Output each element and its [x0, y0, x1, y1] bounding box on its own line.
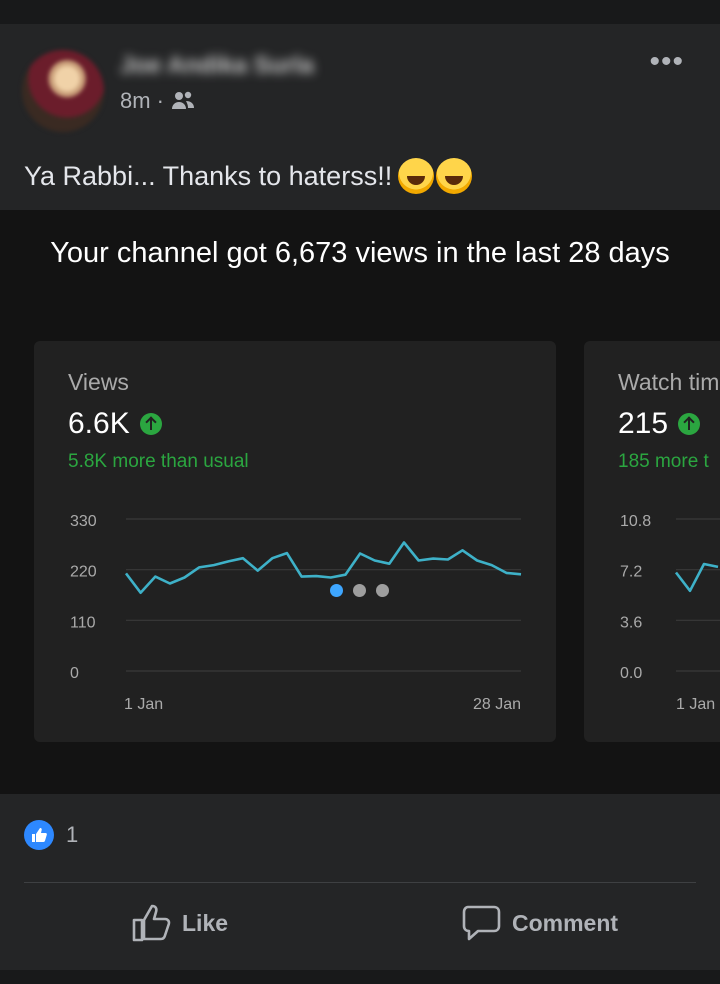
shared-image[interactable]: Your channel got 6,673 views in the last… — [0, 210, 720, 794]
feed-post: Joe Andika Surla 8m · ••• Ya Rabbi... Th… — [0, 24, 720, 970]
comment-button[interactable]: Comment — [460, 902, 618, 944]
arrow-up-circle-icon — [678, 413, 701, 435]
like-button[interactable]: Like — [130, 902, 228, 944]
laughing-emoji-icon — [398, 158, 435, 194]
analytics-headline: Your channel got 6,673 views in the last… — [50, 237, 670, 269]
watch-time-card[interactable]: Watch tim 215 185 more t 10.8 7.2 3.6 0.0 1 … — [584, 341, 720, 742]
y-tick-label: 110 — [70, 614, 96, 631]
y-tick-label: 330 — [70, 513, 97, 530]
post-time[interactable]: 8m — [120, 88, 151, 114]
y-tick-label: 0.0 — [620, 665, 642, 682]
comment-bubble-icon — [462, 905, 501, 941]
arrow-up-circle-icon — [139, 413, 162, 435]
post-meta: 8m · — [120, 88, 196, 114]
card-delta: 5.8K more than usual — [68, 451, 249, 472]
y-tick-label: 0 — [70, 665, 79, 682]
x-tick-label: 1 Jan — [676, 696, 715, 713]
comment-label: Comment — [512, 909, 619, 936]
laughing-emoji-icon — [436, 158, 473, 194]
carousel-dot[interactable] — [376, 584, 389, 597]
post-actions: Like Comment — [0, 894, 720, 970]
carousel-dot[interactable] — [353, 584, 366, 597]
more-options-icon[interactable]: ••• — [649, 47, 684, 77]
card-value: 215 — [618, 407, 701, 441]
x-tick-label: 28 Jan — [473, 696, 521, 713]
reaction-summary[interactable]: 1 — [24, 820, 78, 850]
card-delta: 185 more t — [618, 451, 709, 472]
y-tick-label: 3.6 — [620, 614, 642, 631]
series-line — [124, 541, 522, 594]
like-count: 1 — [66, 822, 79, 847]
y-tick-label: 7.2 — [620, 564, 642, 581]
caption-text: Ya Rabbi... Thanks to haterss!! — [24, 160, 393, 191]
avatar[interactable] — [22, 50, 104, 132]
card-value-text: 215 — [618, 407, 669, 440]
friends-icon — [171, 91, 194, 109]
series-line — [674, 562, 719, 593]
views-line-chart: 330 220 110 0 1 Jan 28 Jan — [70, 513, 522, 713]
x-tick-label: 1 Jan — [124, 696, 163, 713]
like-label: Like — [182, 909, 229, 936]
watch-time-line-chart: 10.8 7.2 3.6 0.0 1 Jan — [620, 513, 720, 713]
card-title: Watch tim — [618, 369, 720, 395]
post-caption: Ya Rabbi... Thanks to haterss!! — [24, 158, 473, 194]
author-name[interactable]: Joe Andika Surla — [120, 52, 314, 80]
thumbs-up-icon — [132, 904, 171, 942]
card-title: Views — [68, 369, 129, 395]
carousel-dot[interactable] — [330, 584, 343, 597]
card-value-text: 6.6K — [68, 407, 130, 440]
like-reaction-icon — [24, 820, 54, 850]
post-header: Joe Andika Surla 8m · ••• Ya Rabbi... Th… — [0, 24, 720, 210]
carousel-indicator — [330, 584, 389, 597]
y-tick-label: 10.8 — [620, 513, 651, 530]
divider — [24, 882, 696, 883]
y-tick-label: 220 — [70, 564, 97, 581]
views-card[interactable]: Views 6.6K 5.8K more than usual 330 220 11… — [34, 341, 556, 742]
card-value: 6.6K — [68, 407, 162, 441]
